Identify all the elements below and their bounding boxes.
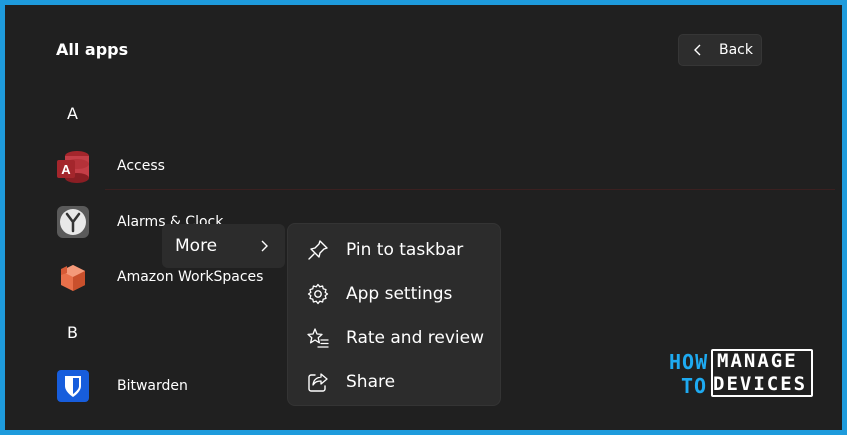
access-icon: A <box>55 148 91 184</box>
app-label: Bitwarden <box>117 378 188 394</box>
chevron-right-icon <box>261 240 268 252</box>
share-icon <box>308 373 328 392</box>
share-item[interactable]: Share <box>288 362 500 402</box>
menu-item-label: Pin to taskbar <box>346 240 464 260</box>
back-label: Back <box>719 42 753 58</box>
bitwarden-icon <box>55 368 91 404</box>
amazon-workspaces-icon <box>55 259 91 295</box>
logo-manage-text: MANAGE <box>717 350 798 372</box>
gear-icon <box>307 283 329 305</box>
back-button[interactable]: Back <box>678 34 762 66</box>
logo-devices-text: DEVICES <box>713 373 808 395</box>
rate-and-review-item[interactable]: Rate and review <box>288 318 500 358</box>
logo-to-text: TO <box>681 374 708 398</box>
section-letter-b[interactable]: B <box>67 323 78 342</box>
app-label: Amazon WorkSpaces <box>117 269 264 285</box>
app-item-access[interactable]: A Access <box>55 146 555 186</box>
menu-item-label: Share <box>346 372 396 392</box>
star-list-icon <box>307 328 329 348</box>
svg-text:A: A <box>61 162 71 177</box>
app-label: Access <box>117 158 165 174</box>
more-label: More <box>175 236 218 256</box>
pin-icon <box>308 240 328 260</box>
menu-item-label: Rate and review <box>346 328 484 348</box>
menu-item-label: App settings <box>346 284 453 304</box>
section-letter-a[interactable]: A <box>67 104 78 123</box>
start-menu-all-apps: All apps Back A A Access Alarms & Clock … <box>5 5 842 430</box>
logo-how-text: HOW <box>669 350 709 374</box>
page-title: All apps <box>56 40 129 59</box>
alarms-clock-icon <box>55 204 91 240</box>
divider <box>105 189 835 190</box>
pin-to-taskbar-item[interactable]: Pin to taskbar <box>288 230 500 270</box>
more-menu-item[interactable]: More <box>162 224 285 268</box>
app-settings-item[interactable]: App settings <box>288 274 500 314</box>
more-submenu: Pin to taskbar App settings Rate and rev… <box>287 223 501 406</box>
chevron-left-icon <box>694 44 701 56</box>
howtomanagedevices-logo: HOW TO MANAGE DEVICES <box>665 346 817 400</box>
